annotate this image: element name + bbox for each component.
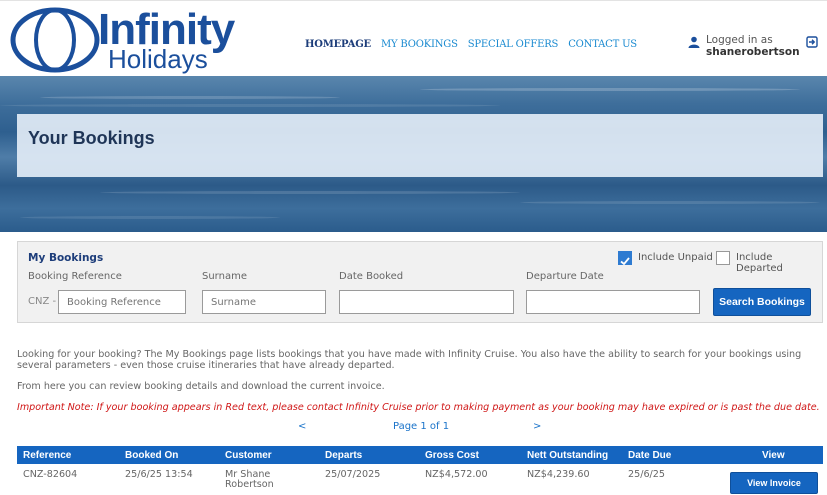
booking-reference-label: Booking Reference xyxy=(28,271,122,282)
date-booked-input[interactable] xyxy=(339,290,514,314)
brand-name-bottom: Holidays xyxy=(108,44,208,74)
surname-label: Surname xyxy=(202,271,247,282)
search-bookings-button[interactable]: Search Bookings xyxy=(713,288,811,316)
main-nav: HOMEPAGE MY BOOKINGS SPECIAL OFFERS CONT… xyxy=(305,39,647,50)
cell-booked-on: 25/6/25 13:54 xyxy=(125,469,193,480)
brand-logo[interactable]: Infinity Holidays xyxy=(10,5,235,74)
nav-item-homepage[interactable]: HOMEPAGE xyxy=(305,39,371,50)
prev-page-button[interactable]: < xyxy=(298,421,306,432)
important-note: Important Note: If your booking appears … xyxy=(17,402,820,413)
nav-item-my-bookings[interactable]: MY BOOKINGS xyxy=(381,39,458,50)
table-header: Reference Booked On Customer Departs Gro… xyxy=(17,446,823,464)
search-panel-title: My Bookings xyxy=(28,252,104,264)
nav-item-contact-us[interactable]: CONTACT US xyxy=(568,39,637,50)
checkmark-icon xyxy=(620,257,630,266)
reference-prefix: CNZ - xyxy=(28,296,57,307)
logged-in-label: Logged in as xyxy=(706,34,773,46)
departure-date-input[interactable] xyxy=(526,290,700,314)
customer-second-line: Robertson xyxy=(225,479,274,490)
header-reference: Reference xyxy=(23,450,72,461)
login-status: Logged in as shanerobertson xyxy=(688,34,818,62)
include-unpaid-checkbox[interactable] xyxy=(618,251,632,266)
include-departed-checkbox[interactable] xyxy=(716,251,730,265)
header-gross-cost: Gross Cost xyxy=(425,450,479,461)
include-unpaid-label: Include Unpaid xyxy=(638,252,713,263)
infinity-rings-icon xyxy=(10,7,100,73)
hero-banner: Your Bookings xyxy=(0,76,827,232)
site-header: Infinity Holidays HOMEPAGE MY BOOKINGS S… xyxy=(0,0,827,76)
surname-input[interactable] xyxy=(202,290,326,314)
cell-date-due: 25/6/25 xyxy=(628,469,665,480)
logout-icon[interactable] xyxy=(806,36,818,48)
table-row: CNZ-82604 25/6/25 13:54 Mr Shane Roberts… xyxy=(17,464,823,495)
date-booked-label: Date Booked xyxy=(339,271,404,282)
search-panel: My Bookings Include Unpaid Include Depar… xyxy=(17,241,823,323)
page-indicator: Page 1 of 1 xyxy=(393,421,450,432)
header-nett-outstanding: Nett Outstanding xyxy=(527,450,609,461)
username: shanerobertson xyxy=(706,46,800,58)
header-customer: Customer xyxy=(225,450,272,461)
header-booked-on: Booked On xyxy=(125,450,179,461)
user-icon xyxy=(688,36,700,48)
header-view: View xyxy=(762,450,785,461)
view-invoice-button[interactable]: View Invoice xyxy=(730,472,818,494)
booking-reference-input[interactable] xyxy=(58,290,186,314)
header-date-due: Date Due xyxy=(628,450,672,461)
cell-departs: 25/07/2025 xyxy=(325,469,381,480)
bookings-table: Reference Booked On Customer Departs Gro… xyxy=(17,446,823,495)
header-departs: Departs xyxy=(325,450,363,461)
page-title: Your Bookings xyxy=(28,128,155,148)
cell-nett-outstanding: NZ$4,239.60 xyxy=(527,469,590,480)
cell-customer: Mr Shane Robertson xyxy=(225,470,274,490)
intro-text: Looking for your booking? The My Booking… xyxy=(17,349,802,371)
next-page-button[interactable]: > xyxy=(533,421,541,432)
cell-reference: CNZ-82604 xyxy=(23,469,78,480)
nav-item-special-offers[interactable]: SPECIAL OFFERS xyxy=(468,39,559,50)
departure-date-label: Departure Date xyxy=(526,271,604,282)
page-title-box: Your Bookings xyxy=(17,114,823,177)
review-text: From here you can review booking details… xyxy=(17,381,385,392)
cell-gross-cost: NZ$4,572.00 xyxy=(425,469,488,480)
include-departed-label: Include Departed xyxy=(736,252,783,274)
